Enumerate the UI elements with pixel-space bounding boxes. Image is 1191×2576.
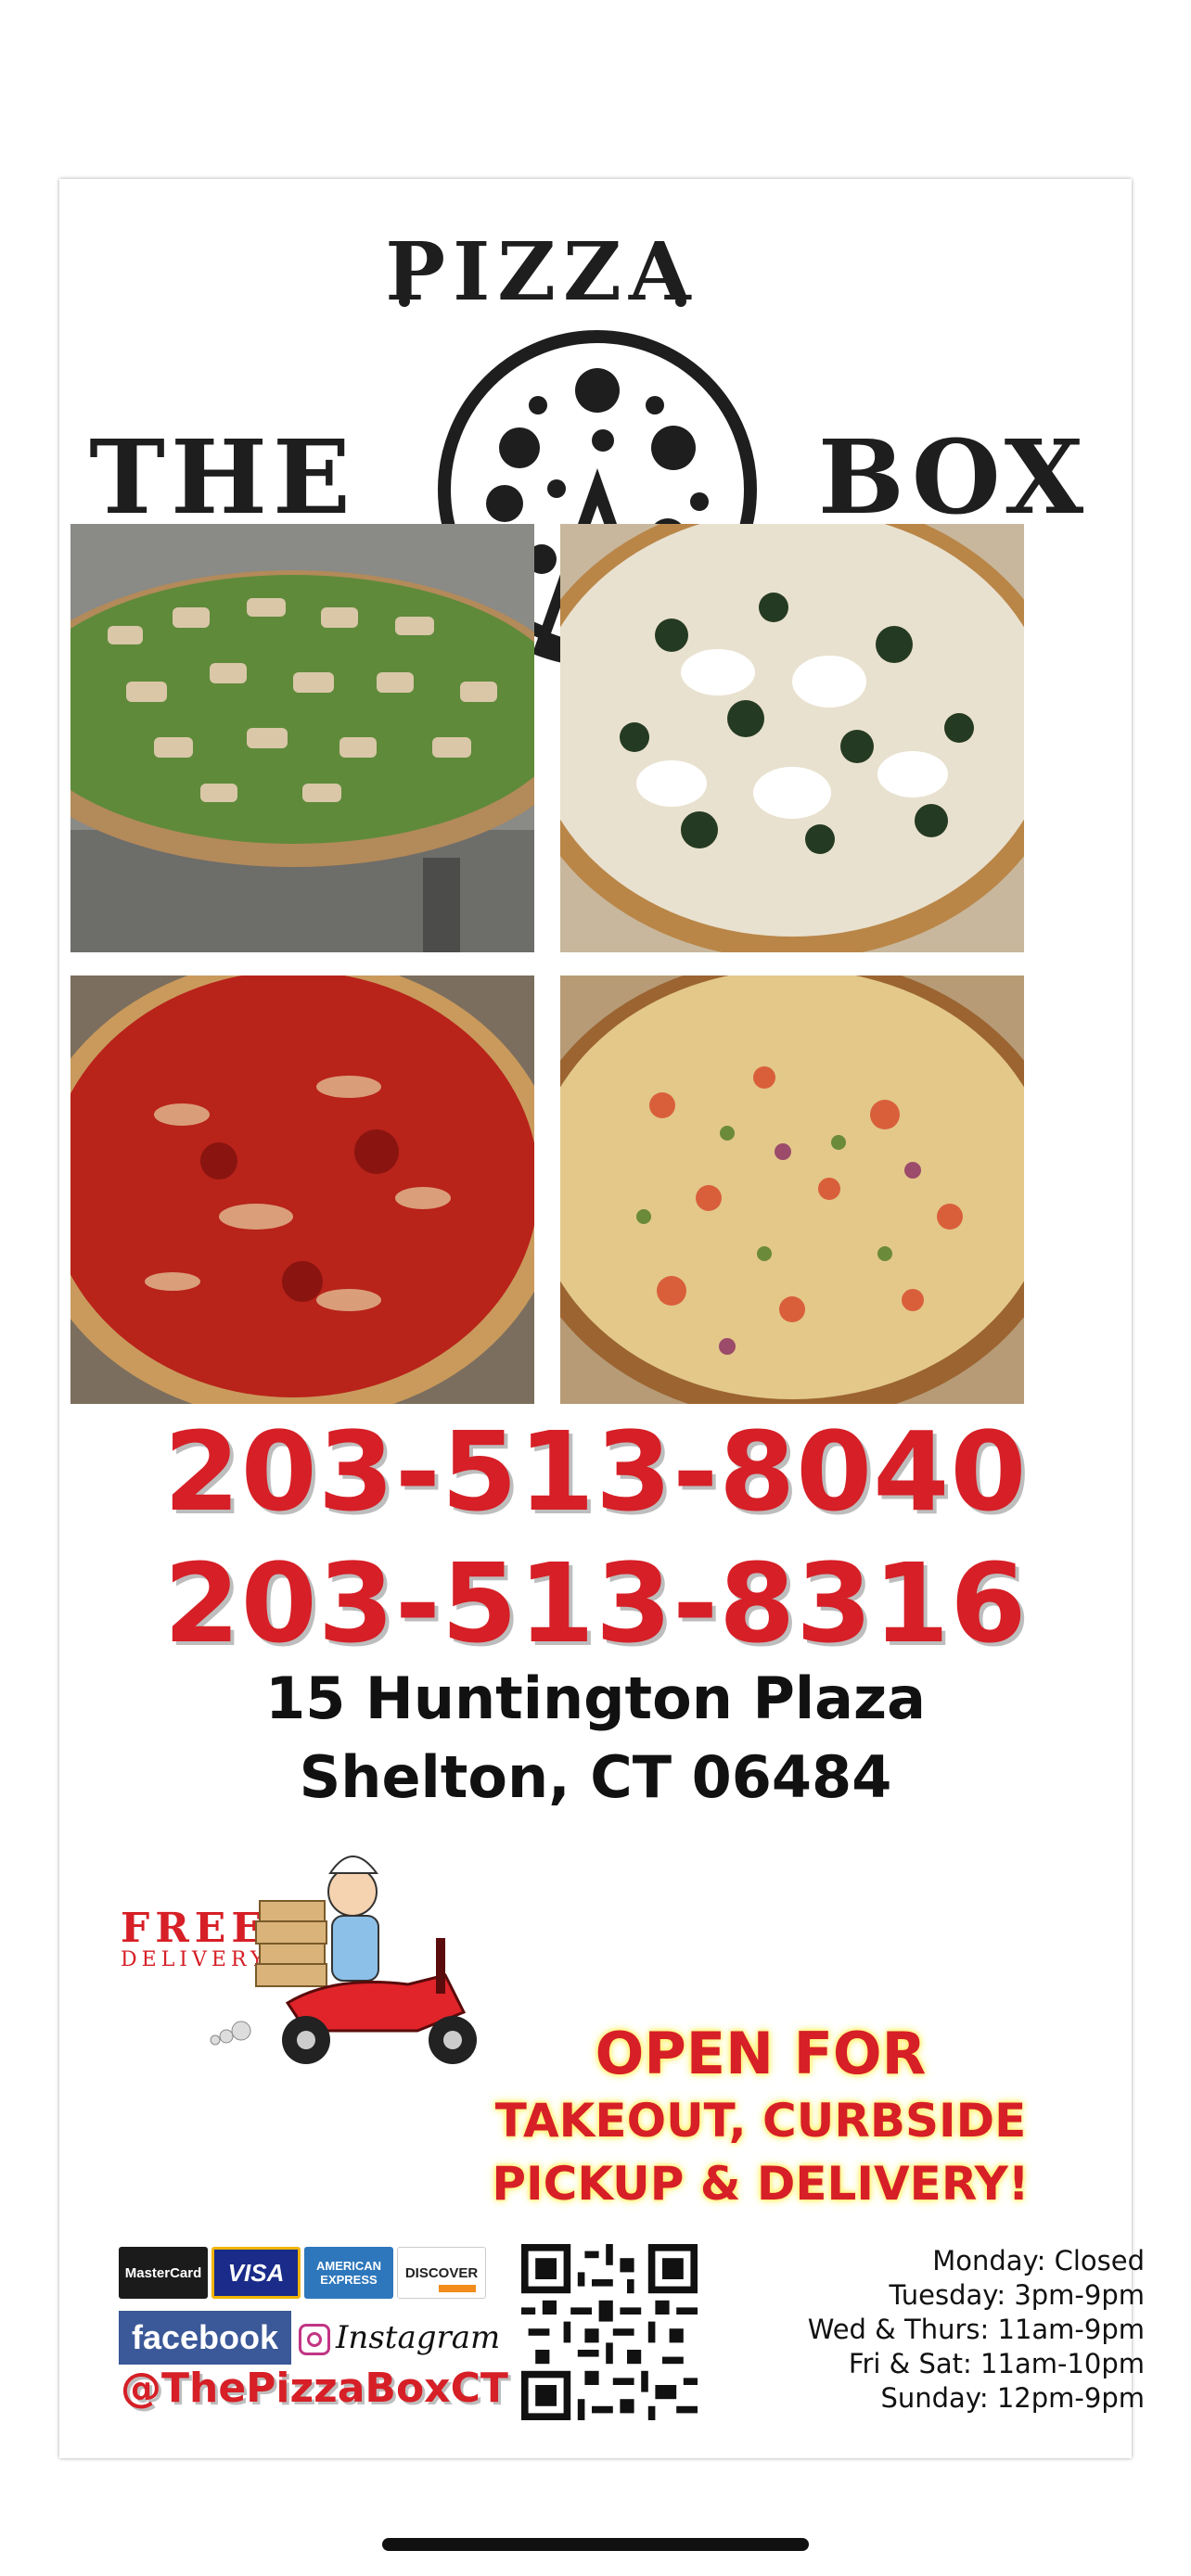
hours-monday: Monday: Closed xyxy=(932,2245,1145,2276)
qr-code[interactable] xyxy=(521,2244,698,2420)
logo-top-text: PIZZA xyxy=(385,225,698,319)
amex-logo: AMERICAN EXPRESS xyxy=(304,2247,393,2299)
phone-number-1[interactable]: 203-513-8040 xyxy=(59,1408,1132,1536)
instagram-icon xyxy=(299,2324,330,2355)
open-for-heading: OPEN FOR xyxy=(595,2020,927,2087)
hours-tuesday: Tuesday: 3pm-9pm xyxy=(889,2279,1145,2311)
facebook-logo[interactable]: facebook xyxy=(119,2311,291,2365)
logo-left-text: THE xyxy=(89,417,356,537)
open-for-line-2: TAKEOUT, CURBSIDE xyxy=(494,2094,1027,2148)
photo-tomato-pie-pizza xyxy=(70,976,534,1404)
business-hours: Monday: Closed Tuesday: 3pm-9pm Wed & Th… xyxy=(808,2244,1145,2416)
visa-logo: VISA xyxy=(211,2247,301,2299)
discover-logo: DISCOVER xyxy=(397,2247,486,2299)
social-handle[interactable]: @ThePizzaBoxCT xyxy=(121,2365,508,2412)
instagram-link[interactable]: Instagram xyxy=(299,2311,500,2365)
photo-vegetable-pizza xyxy=(560,976,1024,1404)
phone-number-2[interactable]: 203-513-8316 xyxy=(59,1539,1132,1667)
address-line-2: Shelton, CT 06484 xyxy=(299,1743,892,1811)
payment-methods: MasterCard VISA AMERICAN EXPRESS DISCOVE… xyxy=(119,2247,486,2299)
open-for-line-3: PICKUP & DELIVERY! xyxy=(492,2157,1030,2211)
home-indicator[interactable] xyxy=(382,2538,809,2551)
mastercard-logo: MasterCard xyxy=(119,2247,208,2299)
hours-sunday: Sunday: 12pm-9pm xyxy=(880,2382,1145,2414)
photo-white-spinach-pizza xyxy=(560,524,1024,952)
photo-chicken-spinach-pizza xyxy=(70,524,534,952)
instagram-label: Instagram xyxy=(336,2319,501,2356)
hours-fri-sat: Fri & Sat: 11am-10pm xyxy=(848,2348,1145,2379)
hours-wed-thurs: Wed & Thurs: 11am-9pm xyxy=(807,2314,1145,2345)
logo-right-text: BOX xyxy=(818,417,1089,537)
address-line-1: 15 Huntington Plaza xyxy=(265,1664,926,1732)
